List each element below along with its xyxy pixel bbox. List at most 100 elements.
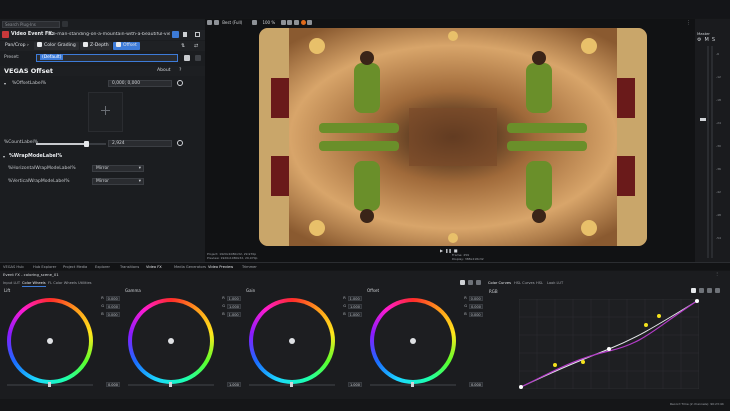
grid-toggle-icon[interactable] <box>699 288 704 293</box>
play-icon[interactable]: ▶ <box>440 248 443 253</box>
wheel-center-handle[interactable] <box>289 338 295 344</box>
top-menu-bar <box>0 0 730 18</box>
cg-tab-fl-color-wheels[interactable]: FL Color Wheels <box>48 279 77 287</box>
delete-preset-icon[interactable] <box>195 55 201 61</box>
cg-tab-input-lut[interactable]: Input LUT <box>3 279 20 287</box>
channel-value-field[interactable]: 0.000 <box>105 311 120 317</box>
channel-value-field[interactable]: 0.000 <box>469 303 483 309</box>
solo-button[interactable]: S <box>712 37 715 43</box>
curve-tab-look-lut[interactable]: Look LUT <box>547 279 563 287</box>
checkbox-icon[interactable] <box>37 42 42 47</box>
hwrap-dropdown[interactable]: Mirror ▾ <box>92 165 144 172</box>
chain-item-z-depth[interactable]: Z-Depth <box>80 42 112 50</box>
curve-tab-hsl[interactable]: HSL <box>536 279 543 287</box>
chain-remove-icon[interactable]: ⇄ <box>194 43 198 49</box>
fx-icon[interactable]: ⚙ <box>697 37 701 43</box>
preview-menu-icon[interactable]: ⋮ <box>686 20 691 26</box>
window-menu-icon[interactable] <box>195 32 200 37</box>
master-slider-knob[interactable] <box>48 382 51 387</box>
collapse-icon[interactable]: ▾ <box>3 154 5 159</box>
count-value-field[interactable]: 2,924 <box>108 140 172 147</box>
reset-icon[interactable] <box>476 280 481 285</box>
docked-tab-media-generators[interactable]: Media Generators <box>174 263 206 271</box>
cg-tab-utilities[interactable]: Utilities <box>78 279 92 287</box>
zoom-dropdown[interactable]: 100 % <box>262 20 275 25</box>
master-value-field[interactable]: 0.000 <box>106 382 120 387</box>
offset-value-field[interactable]: 0,000; 0,000 <box>108 80 172 87</box>
master-slider-knob[interactable] <box>411 382 414 387</box>
channel-label: R <box>101 296 104 300</box>
curve-tab-color-curves[interactable]: Color Curves <box>488 279 511 287</box>
count-keyframe-icon[interactable] <box>177 140 183 146</box>
settings-icon[interactable] <box>207 20 212 25</box>
white-channel-icon[interactable] <box>691 288 696 293</box>
panel-menu-icon[interactable]: ⋮ <box>715 271 719 276</box>
master-slider-knob[interactable] <box>290 382 293 387</box>
channel-value-field[interactable]: 0.000 <box>105 295 120 301</box>
chain-item-pan-crop[interactable]: Pan/Crop › <box>2 42 32 50</box>
channel-value-field[interactable]: 0.000 <box>106 303 120 309</box>
about-button[interactable]: About <box>157 68 171 73</box>
channel-value-field[interactable]: 1.000 <box>227 303 241 309</box>
copy-snapshot-icon[interactable] <box>280 20 286 25</box>
preset-dropdown[interactable]: (Default) <box>36 54 178 62</box>
rgb-curve-graph[interactable] <box>519 299 699 389</box>
pause-icon[interactable]: ❚❚ <box>445 248 452 253</box>
channel-value-field[interactable]: 1.000 <box>347 311 362 317</box>
quality-dropdown[interactable]: Best (Full) <box>222 20 242 25</box>
cg-tab-color-wheels[interactable]: Color Wheels <box>22 279 46 287</box>
wheel-center-handle[interactable] <box>168 338 174 344</box>
split-screen-icon[interactable] <box>183 32 187 37</box>
chain-add-icon[interactable]: ⇅ <box>181 43 185 49</box>
add-point-icon[interactable] <box>707 288 712 293</box>
docked-tab-hub-explorer[interactable]: Hub Explorer <box>33 263 56 271</box>
save-preset-icon[interactable] <box>184 55 190 61</box>
checkbox-icon[interactable] <box>83 42 88 47</box>
sync-cursor-icon[interactable] <box>172 31 179 38</box>
channel-value-field[interactable]: 1.000 <box>226 295 241 301</box>
channel-value-field[interactable]: 0.000 <box>468 311 483 317</box>
split-icon[interactable] <box>213 20 219 25</box>
plugin-search-input[interactable]: Search Plug-Ins <box>2 21 60 28</box>
reset-curve-icon[interactable] <box>715 288 720 293</box>
offset-expand-icon[interactable]: ▾ <box>4 81 6 87</box>
pick-icon[interactable] <box>468 280 473 285</box>
channel-label: R <box>464 296 467 300</box>
checkbox-icon[interactable] <box>116 42 121 47</box>
channel-value-field[interactable]: 1.000 <box>347 295 362 301</box>
compare-icon[interactable] <box>460 280 465 285</box>
offset-keyframe-icon[interactable] <box>177 80 183 86</box>
docked-tab-project-media[interactable]: Project Media <box>63 263 87 271</box>
docked-tab-trimmer[interactable]: Trimmer <box>242 263 257 271</box>
mute-button[interactable]: M <box>704 37 708 43</box>
wheel-center-handle[interactable] <box>47 338 53 344</box>
master-value-field[interactable]: 0.000 <box>469 382 483 387</box>
video-scopes-icon[interactable] <box>293 20 299 25</box>
channel-value-field[interactable]: 1.000 <box>348 303 362 309</box>
save-snapshot-icon[interactable] <box>287 20 293 25</box>
count-slider-knob[interactable] <box>84 141 90 147</box>
master-fader-knob[interactable] <box>700 118 706 121</box>
docked-tab-video-preview[interactable]: Video Preview <box>208 263 233 271</box>
vwrap-dropdown[interactable]: Mirror ▾ <box>92 178 144 185</box>
help-button[interactable]: ? <box>179 68 181 73</box>
chain-item-offset[interactable]: Offset <box>113 42 140 50</box>
master-value-field[interactable]: 1.000 <box>227 382 241 387</box>
record-icon[interactable] <box>300 20 306 25</box>
curve-tab-hsl-curves[interactable]: HSL Curves <box>514 279 535 287</box>
offset-position-canvas[interactable] <box>88 92 123 132</box>
master-slider-knob[interactable] <box>169 382 172 387</box>
docked-tab-video-fx[interactable]: Video FX <box>146 263 162 271</box>
channel-value-field[interactable]: 0.000 <box>468 295 483 301</box>
wheel-center-handle[interactable] <box>410 338 416 344</box>
overlay-icon[interactable] <box>251 20 257 25</box>
master-value-field[interactable]: 1.000 <box>348 382 362 387</box>
chain-item-color-grading[interactable]: Color Grading <box>34 42 79 50</box>
docked-tab-transitions[interactable]: Transitions <box>120 263 139 271</box>
clear-search-icon[interactable] <box>62 21 68 28</box>
wrap-mode-section[interactable]: ▾ %WrapModeLabel% <box>0 153 205 162</box>
grid-icon[interactable] <box>307 20 313 25</box>
channel-value-field[interactable]: 1.000 <box>226 311 241 317</box>
docked-tab-explorer[interactable]: Explorer <box>95 263 110 271</box>
docked-tab-vegas-hub[interactable]: VEGAS Hub <box>3 263 24 271</box>
